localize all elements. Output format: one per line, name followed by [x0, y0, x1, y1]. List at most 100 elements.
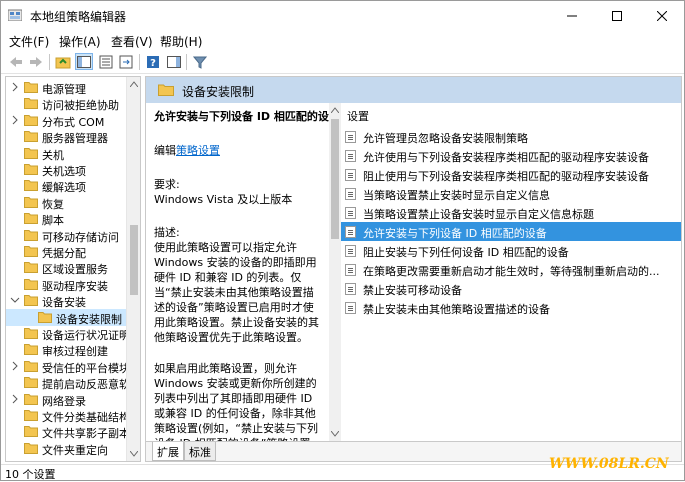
scroll-thumb[interactable] [331, 119, 339, 239]
chevron-down-icon[interactable] [10, 295, 20, 305]
tree-item[interactable]: 脚本 [6, 210, 128, 227]
tree-item[interactable]: 缓解选项 [6, 177, 128, 194]
tree-item[interactable]: 分布式 COM [6, 112, 128, 129]
policy-setting-row[interactable]: 当策略设置禁止安装时显示自定义信息 [341, 184, 681, 203]
tree-item[interactable]: 凭据分配 [6, 243, 128, 260]
toolbar-separator [186, 54, 187, 70]
help-button[interactable]: ? [144, 53, 162, 70]
details-pane: 设备安装限制 允许安装与下列设备 ID 相匹配的设备 编辑策略设置 要求: Wi… [145, 76, 682, 462]
tree-item[interactable]: 文件共享影子副本 [6, 423, 130, 440]
properties-button[interactable] [97, 53, 115, 70]
policy-setting-row[interactable]: 禁止安装未由其他策略设置描述的设备 [341, 298, 681, 317]
policy-setting-row[interactable]: 允许使用与下列设备安装程序类相匹配的驱动程序安装设备 [341, 146, 681, 165]
chevron-right-icon[interactable] [10, 394, 20, 404]
action-pane-icon [167, 55, 181, 68]
policy-setting-icon [345, 207, 356, 219]
console-tree: 电源管理 访问被拒绝协助 分布式 COM 服务器管理器 关机 关机选项 缓解选项 恢复 脚本 可移… [5, 76, 141, 462]
edit-policy-link[interactable]: 策略设置 [176, 144, 220, 157]
minimize-icon [566, 15, 577, 16]
tree-item[interactable]: 审核过程创建 [6, 341, 128, 358]
scroll-up-icon [331, 107, 339, 113]
forward-button[interactable] [27, 53, 45, 70]
policy-setting-icon [345, 169, 356, 181]
tree-item[interactable]: 驱动程序安装 [6, 276, 128, 293]
properties-icon [99, 55, 113, 68]
folder-icon [24, 180, 38, 192]
svg-text:?: ? [150, 58, 156, 69]
tree-scrollbar[interactable] [126, 77, 140, 461]
details-header-title: 设备安装限制 [182, 85, 255, 99]
minimize-button[interactable] [549, 1, 594, 30]
folder-icon [24, 410, 38, 421]
maximize-button[interactable] [594, 1, 639, 30]
export-list-button[interactable] [117, 53, 135, 70]
maximize-icon [611, 10, 622, 21]
tree-item[interactable]: 文件分类基础结构 [6, 407, 130, 424]
show-hide-action-button[interactable] [165, 53, 183, 70]
close-button[interactable] [639, 1, 684, 30]
policy-setting-row[interactable]: 允许安装与下列设备 ID 相匹配的设备 [341, 222, 681, 241]
description-scrollbar[interactable] [329, 103, 341, 441]
tab-extended[interactable]: 扩展 [152, 442, 184, 461]
tree-item[interactable]: 关机 [6, 145, 128, 162]
folder-icon [24, 426, 38, 438]
menu-help[interactable]: 帮助(H) [160, 33, 202, 50]
folder-icon [158, 84, 174, 96]
policy-title: 允许安装与下列设备 ID 相匹配的设备 [154, 110, 329, 123]
forward-arrow-icon [30, 56, 42, 67]
show-tree-button[interactable] [75, 53, 93, 70]
tree-item[interactable]: 关机选项 [6, 161, 128, 178]
watermark: WWW.08LR.CN [549, 456, 669, 472]
policy-setting-label: 当策略设置禁止设备安装时显示自定义信息标题 [363, 208, 594, 221]
filter-button[interactable] [191, 53, 209, 70]
menu-action[interactable]: 操作(A) [59, 33, 101, 50]
tree-item[interactable]: 网络登录 [6, 391, 128, 408]
tree-item[interactable]: 提前启动反恶意软 [6, 374, 130, 391]
scroll-down-icon [331, 431, 339, 437]
policy-setting-row[interactable]: 在策略更改需要重新启动才能生效时，等待强制重新启动的... [341, 260, 681, 279]
tab-standard[interactable]: 标准 [184, 442, 216, 461]
policy-setting-label: 允许使用与下列设备安装程序类相匹配的驱动程序安装设备 [363, 151, 649, 164]
policy-setting-row[interactable]: 阻止使用与下列设备安装程序类相匹配的驱动程序安装设备 [341, 165, 681, 184]
policy-setting-icon [345, 302, 356, 314]
menu-view[interactable]: 查看(V) [111, 33, 153, 50]
folder-icon [24, 213, 38, 225]
menu-file[interactable]: 文件(F) [9, 33, 49, 50]
policy-setting-icon [345, 245, 356, 257]
tree-item[interactable]: 可移动存储访问 [6, 227, 128, 244]
folder-icon [24, 131, 38, 143]
tree-item[interactable]: 访问被拒绝协助 [6, 95, 128, 112]
toolbar-separator [139, 54, 140, 70]
policy-setting-row[interactable]: 阻止安装与下列任何设备 ID 相匹配的设备 [341, 241, 681, 260]
tree-item[interactable]: 受信任的平台模块 [6, 358, 130, 375]
chevron-right-icon[interactable] [10, 82, 20, 92]
policy-setting-label: 在策略更改需要重新启动才能生效时，等待强制重新启动的... [363, 265, 660, 278]
column-header-setting[interactable]: 设置 [347, 108, 369, 124]
details-header: 设备安装限制 [146, 77, 681, 103]
policy-setting-row[interactable]: 当策略设置禁止设备安装时显示自定义信息标题 [341, 203, 681, 222]
edit-policy-line: 编辑策略设置 [154, 143, 324, 158]
tree-item[interactable]: 设备运行状况证明 [6, 325, 130, 342]
tree-item[interactable]: 设备安装 [6, 292, 128, 309]
policy-setting-label: 禁止安装可移动设备 [363, 284, 462, 297]
tree-item[interactable]: 文件夹重定向 [6, 440, 128, 457]
policy-setting-row[interactable]: 禁止安装可移动设备 [341, 279, 681, 298]
main-window: 本地组策略编辑器 文件(F) 操作(A) 查看(V) 帮助(H) ? 电源管理访… [0, 0, 685, 481]
tree-item[interactable]: 区域设置服务 [6, 259, 128, 276]
tree-item-label: 文件夹重定向 [42, 443, 108, 457]
tree-item[interactable]: 电源管理 [6, 79, 128, 96]
tree-item[interactable]: 设备安装限制 [6, 308, 128, 326]
tree-item[interactable]: 服务器管理器 [6, 128, 128, 145]
policy-setting-icon [345, 283, 356, 295]
up-level-button[interactable] [54, 53, 72, 70]
folder-icon [24, 246, 38, 257]
chevron-right-icon[interactable] [10, 115, 20, 125]
toolbar: ? [1, 50, 684, 74]
chevron-right-icon[interactable] [10, 361, 20, 371]
back-button[interactable] [7, 53, 25, 70]
tree-item[interactable]: 恢复 [6, 194, 128, 211]
policy-setting-row[interactable]: 允许管理员忽略设备安装限制策略 [341, 127, 681, 146]
folder-icon [24, 442, 38, 454]
folder-icon [24, 295, 38, 307]
scroll-thumb[interactable] [130, 225, 138, 295]
